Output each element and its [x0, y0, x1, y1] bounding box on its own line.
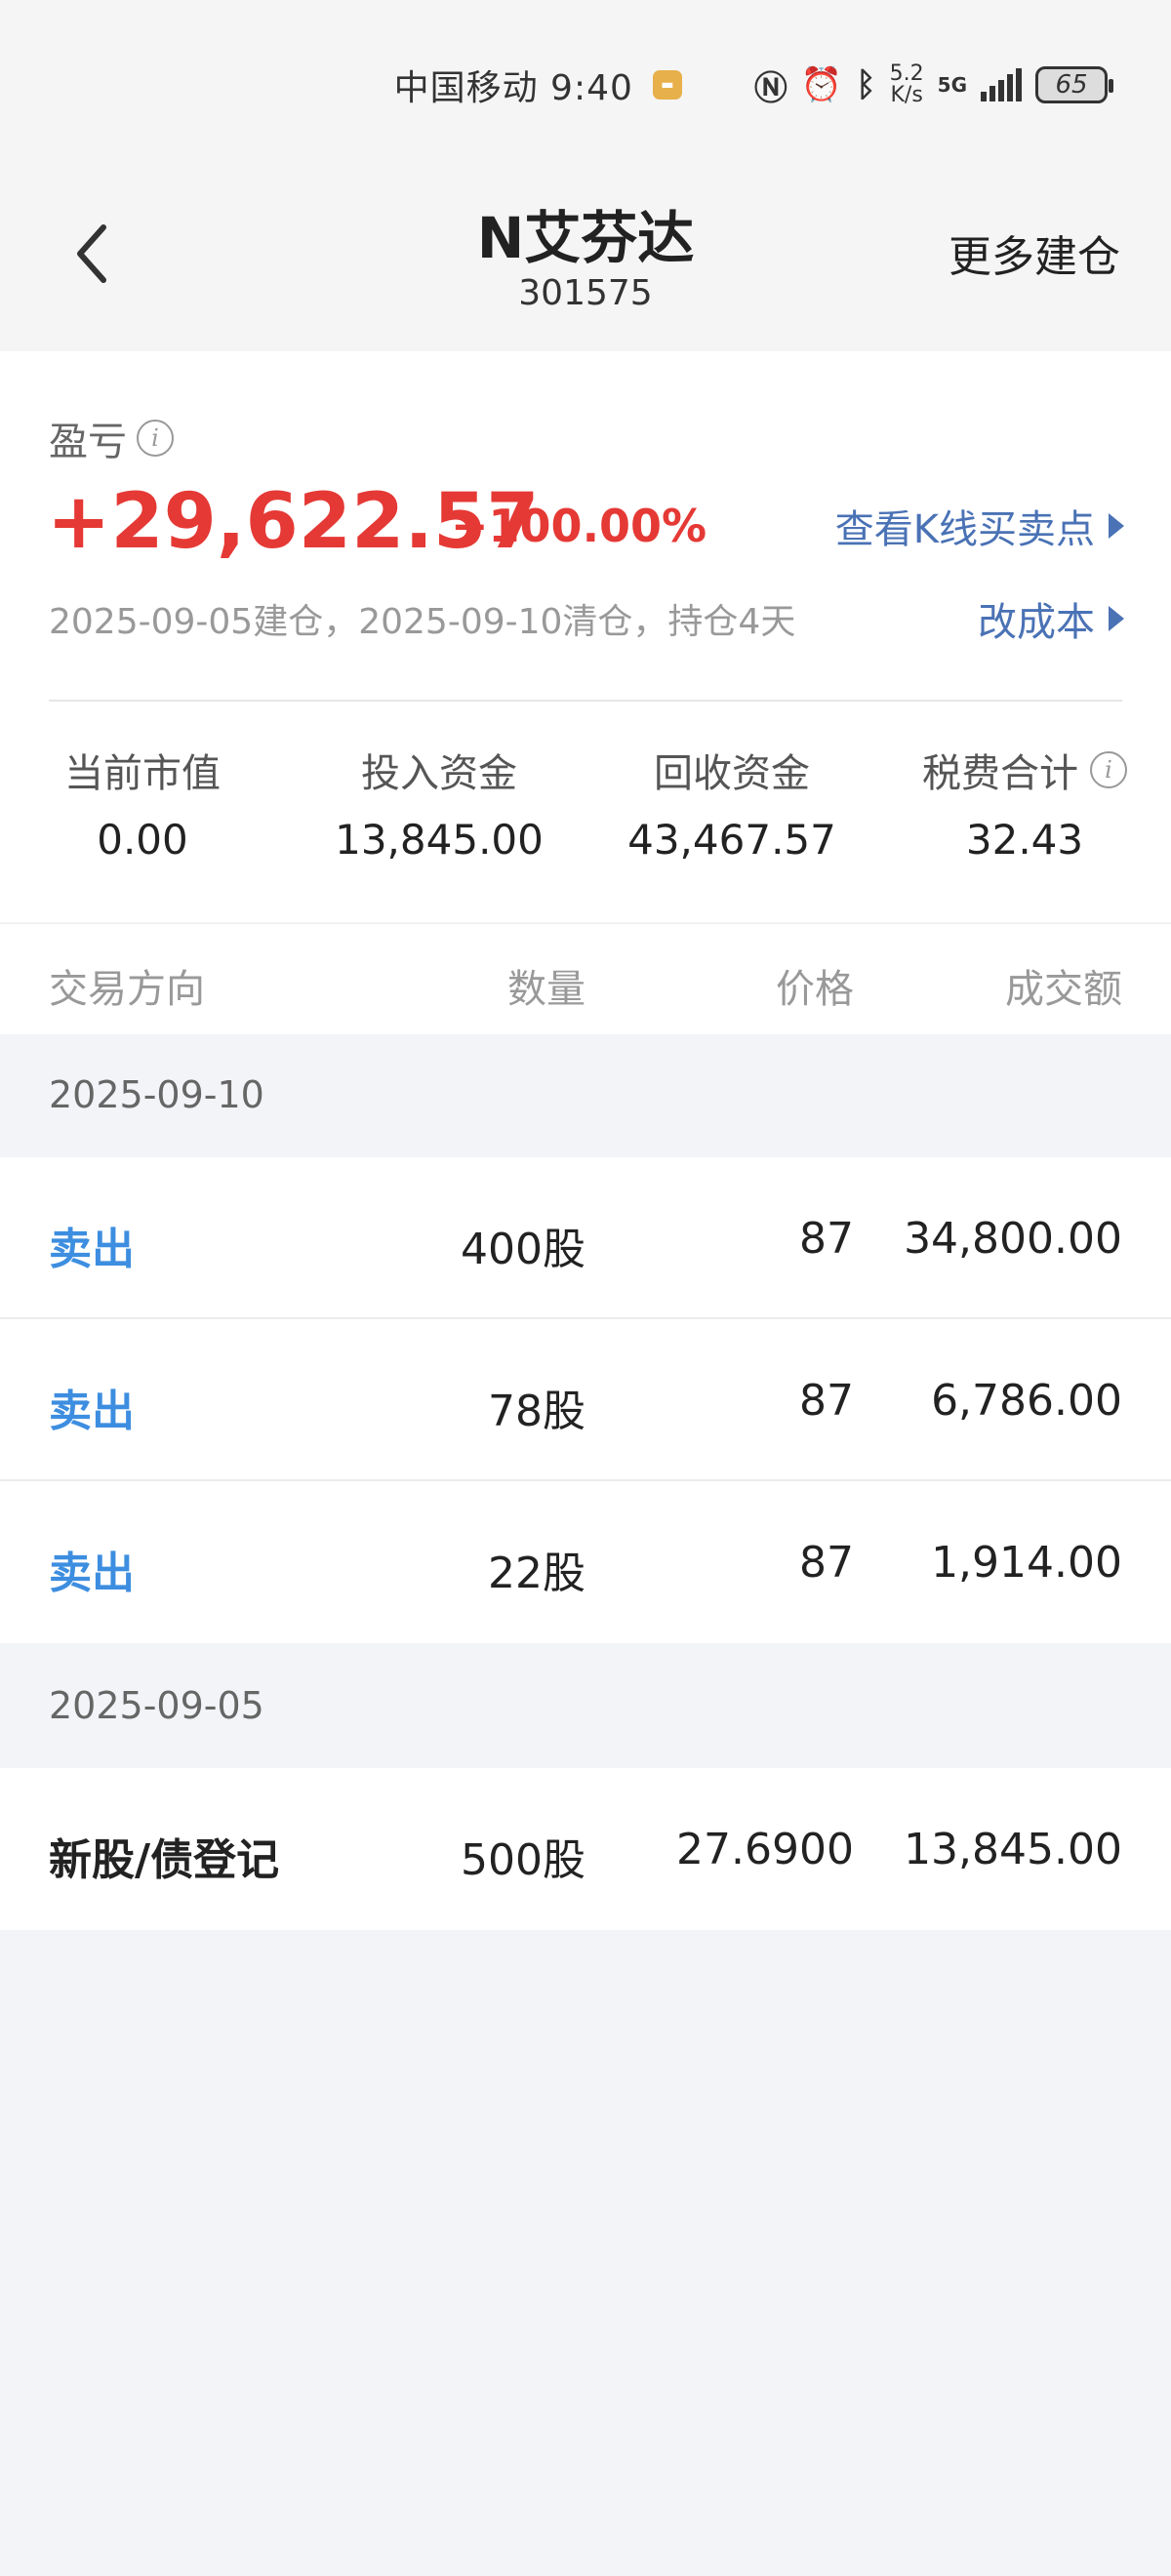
net-speed-unit: K/s — [890, 83, 923, 107]
col-direction: 交易方向 — [49, 967, 205, 1012]
trade-table-header: 交易方向 数量 价格 成交额 — [0, 923, 1171, 1034]
trade-price: 87 — [799, 1214, 854, 1264]
stat-value: 43,467.57 — [627, 816, 836, 864]
carrier-time: 中国移动 9:40 — [393, 68, 633, 108]
group-date: 2025-09-10 — [49, 1073, 264, 1116]
summary-card: 盈亏 i +29,622.57 +100.00% 查看K线买卖点 2025-09… — [0, 351, 1171, 922]
trade-price: 27.6900 — [676, 1825, 854, 1874]
change-cost-link[interactable]: 改成本 — [978, 590, 1124, 647]
stat-value: 0.00 — [97, 816, 188, 864]
stat-value: 32.43 — [965, 816, 1084, 864]
battery-level: 65 — [1055, 70, 1088, 100]
trade-quantity: 400股 — [461, 1225, 586, 1274]
nav-header: N艾芬达 301575 更多建仓 — [0, 171, 1171, 351]
stat-value: 13,845.00 — [335, 816, 544, 864]
trade-direction: 卖出 — [49, 1549, 135, 1598]
group-date: 2025-09-05 — [49, 1684, 264, 1727]
holding-info: 2025-09-05建仓，2025-09-10清仓，持仓4天 — [49, 602, 796, 642]
col-amount: 成交额 — [1005, 967, 1122, 1012]
alarm-icon: ⏰ — [800, 65, 843, 104]
status-bar: 中国移动 9:40 ▬ Ⓝ ⏰ ᛒ 5.2 K/s 5G 65 — [0, 0, 1171, 171]
table-row[interactable]: 卖出 400股 87 34,800.00 — [0, 1157, 1171, 1319]
trade-amount: 6,786.00 — [931, 1376, 1122, 1426]
trade-price: 87 — [799, 1538, 854, 1588]
table-row[interactable]: 新股/债登记 500股 27.6900 13,845.00 — [0, 1768, 1171, 1930]
table-row[interactable]: 卖出 78股 87 6,786.00 — [0, 1319, 1171, 1481]
change-cost-label: 改成本 — [978, 600, 1095, 645]
trade-price: 87 — [799, 1376, 854, 1426]
stat-fees: 税费合计 i 32.43 — [898, 742, 1151, 864]
trade-amount: 1,914.00 — [931, 1538, 1122, 1588]
stat-label: 税费合计 — [922, 751, 1078, 796]
trade-direction: 卖出 — [49, 1225, 135, 1274]
stat-market-value: 当前市值 0.00 — [25, 742, 260, 864]
bluetooth-icon: ᛒ — [856, 65, 876, 104]
nfc-icon: Ⓝ — [753, 68, 787, 108]
trade-direction: 卖出 — [49, 1387, 135, 1436]
pl-label-group: 盈亏 i — [49, 410, 174, 466]
stat-invested: 投入资金 13,845.00 — [322, 742, 556, 864]
kline-link-label: 查看K线买卖点 — [834, 507, 1095, 552]
triangle-right-icon — [1109, 513, 1124, 539]
triangle-right-icon — [1109, 606, 1124, 631]
col-quantity: 数量 — [507, 967, 586, 1012]
col-price: 价格 — [776, 967, 854, 1012]
signal-icon — [981, 68, 1022, 101]
divider — [49, 700, 1122, 702]
net-speed-value: 5.2 — [889, 61, 924, 86]
pl-percent: +100.00% — [451, 500, 707, 552]
trade-quantity: 78股 — [488, 1387, 586, 1436]
more-positions-button[interactable]: 更多建仓 — [949, 221, 1120, 284]
date-group-header: 2025-09-05 — [0, 1645, 1171, 1768]
battery-icon: 65 — [1035, 66, 1113, 103]
date-group-header: 2025-09-10 — [0, 1034, 1171, 1157]
trade-quantity: 500股 — [461, 1835, 586, 1885]
kline-link[interactable]: 查看K线买卖点 — [835, 498, 1124, 554]
trade-amount: 34,800.00 — [904, 1214, 1122, 1264]
stat-label: 投入资金 — [361, 751, 517, 796]
info-icon[interactable]: i — [1090, 751, 1127, 788]
trade-quantity: 22股 — [488, 1549, 586, 1598]
message-notification-icon: ▬ — [652, 70, 682, 100]
stat-label: 当前市值 — [64, 751, 221, 796]
trade-direction: 新股/债登记 — [49, 1835, 280, 1885]
net-speed: 5.2 K/s — [890, 63, 924, 106]
stat-label: 回收资金 — [654, 751, 810, 796]
pl-label: 盈亏 — [49, 420, 127, 464]
info-icon[interactable]: i — [137, 420, 174, 457]
network-type: 5G — [937, 73, 967, 97]
trade-amount: 13,845.00 — [904, 1825, 1122, 1874]
table-row[interactable]: 卖出 22股 87 1,914.00 — [0, 1481, 1171, 1643]
stat-recovered: 回收资金 43,467.57 — [615, 742, 849, 864]
